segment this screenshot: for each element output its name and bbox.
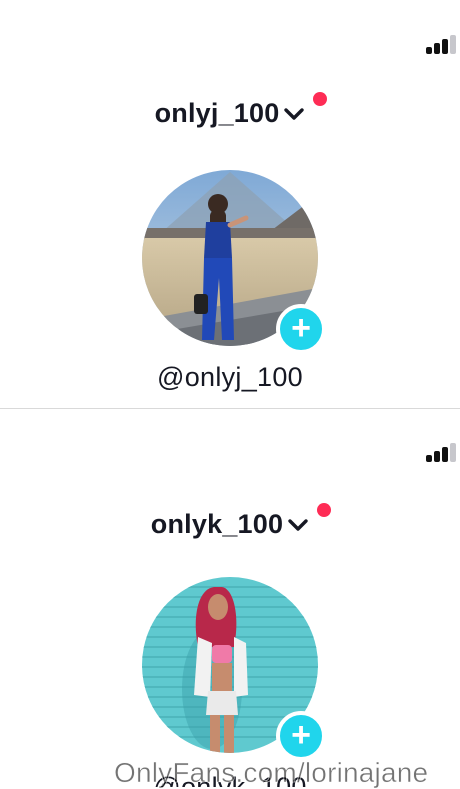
profile-screen-2: onlyk_100 + @onlyk_100 bbox=[0, 409, 460, 787]
plus-icon: + bbox=[291, 716, 311, 754]
chevron-down-icon[interactable] bbox=[283, 107, 305, 121]
cellular-signal-icon bbox=[426, 442, 460, 462]
notification-dot bbox=[317, 503, 332, 517]
profile-username-title: onlyj_100 bbox=[154, 98, 280, 128]
profile-handle: @onlyj_100 bbox=[156, 362, 303, 392]
account-switcher[interactable]: onlyj_100 bbox=[0, 92, 460, 138]
profile-screen-1: onlyj_100 + @onlyj_100 bbox=[0, 0, 460, 408]
profile-username-title: onlyk_100 bbox=[150, 509, 284, 539]
watermark-text: OnlyFans.com/lorinajane bbox=[114, 757, 429, 789]
profile-avatar-container[interactable]: + bbox=[142, 577, 326, 761]
plus-icon: + bbox=[291, 309, 311, 347]
follow-add-button[interactable]: + bbox=[276, 304, 326, 354]
chevron-down-icon[interactable] bbox=[287, 518, 309, 532]
follow-add-button[interactable]: + bbox=[276, 711, 326, 761]
cellular-signal-icon bbox=[426, 34, 460, 54]
notification-dot bbox=[313, 92, 328, 106]
profile-avatar-container[interactable]: + bbox=[142, 170, 326, 354]
account-switcher[interactable]: onlyk_100 bbox=[0, 503, 460, 549]
